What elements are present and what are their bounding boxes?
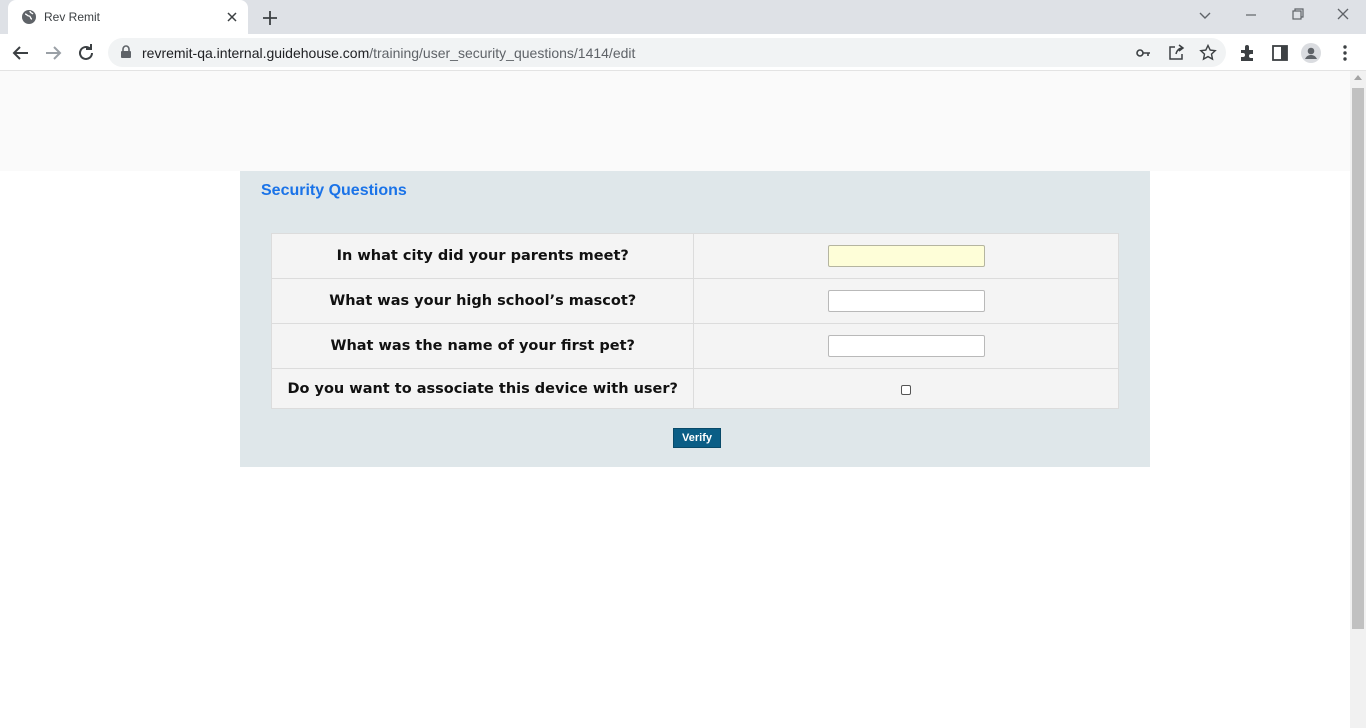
answer-cell bbox=[693, 368, 1119, 409]
table-row: Do you want to associate this device wit… bbox=[270, 368, 1119, 409]
table-row: In what city did your parents meet? bbox=[270, 233, 1119, 279]
new-tab-icon[interactable] bbox=[260, 8, 280, 28]
associate-device-checkbox[interactable] bbox=[901, 384, 912, 395]
scrollbar-thumb[interactable] bbox=[1352, 88, 1364, 629]
profile-avatar-icon[interactable] bbox=[1300, 42, 1322, 64]
browser-tab[interactable]: Rev Remit bbox=[8, 0, 248, 34]
browser-tabstrip: Rev Remit bbox=[0, 0, 1366, 34]
vertical-scrollbar[interactable] bbox=[1350, 71, 1366, 728]
answer-cell bbox=[693, 323, 1119, 369]
minimize-icon[interactable] bbox=[1239, 5, 1263, 25]
extensions-icon[interactable] bbox=[1237, 42, 1259, 64]
question-label: What was the name of your first pet? bbox=[270, 323, 695, 369]
browser-toolbar: revremit-qa.internal.guidehouse.com/trai… bbox=[0, 34, 1366, 71]
page-viewport: Security Questions In what city did your… bbox=[0, 71, 1350, 728]
bookmark-star-icon[interactable] bbox=[1198, 43, 1218, 63]
close-window-icon[interactable] bbox=[1331, 5, 1355, 25]
page-header-band bbox=[0, 71, 1350, 171]
page-title: Security Questions bbox=[261, 182, 407, 199]
security-questions-panel: Security Questions In what city did your… bbox=[240, 171, 1150, 467]
back-icon[interactable] bbox=[9, 41, 33, 65]
tab-title: Rev Remit bbox=[44, 10, 101, 24]
forward-icon[interactable] bbox=[41, 41, 65, 65]
url-text: revremit-qa.internal.guidehouse.com/trai… bbox=[142, 45, 635, 61]
scroll-up-arrow-icon[interactable] bbox=[1354, 75, 1362, 80]
answer-input-parents-city[interactable] bbox=[827, 245, 985, 267]
key-icon[interactable] bbox=[1133, 43, 1153, 63]
globe-icon bbox=[22, 10, 36, 24]
address-bar[interactable]: revremit-qa.internal.guidehouse.com/trai… bbox=[108, 38, 1226, 67]
answer-input-first-pet[interactable] bbox=[827, 335, 985, 357]
menu-kebab-icon[interactable] bbox=[1334, 42, 1356, 64]
side-panel-icon[interactable] bbox=[1269, 42, 1291, 64]
answer-input-mascot[interactable] bbox=[827, 290, 985, 312]
associate-device-label: Do you want to associate this device wit… bbox=[270, 368, 695, 409]
security-questions-table: In what city did your parents meet? What… bbox=[270, 233, 1119, 409]
lock-icon[interactable] bbox=[119, 45, 133, 59]
share-icon[interactable] bbox=[1166, 43, 1186, 63]
answer-cell bbox=[693, 278, 1119, 324]
url-path: /training/user_security_questions/1414/e… bbox=[369, 45, 636, 61]
question-label: In what city did your parents meet? bbox=[270, 233, 695, 279]
table-row: What was the name of your first pet? bbox=[270, 323, 1119, 369]
question-label: What was your high school’s mascot? bbox=[270, 278, 695, 324]
url-host: revremit-qa.internal.guidehouse.com bbox=[142, 45, 370, 61]
reload-icon[interactable] bbox=[74, 41, 98, 65]
table-row: What was your high school’s mascot? bbox=[270, 278, 1119, 324]
answer-cell bbox=[693, 233, 1119, 279]
verify-button[interactable]: Verify bbox=[673, 428, 721, 448]
tab-search-icon[interactable] bbox=[1193, 5, 1217, 25]
restore-icon[interactable] bbox=[1285, 5, 1309, 25]
close-tab-icon[interactable] bbox=[224, 9, 240, 25]
